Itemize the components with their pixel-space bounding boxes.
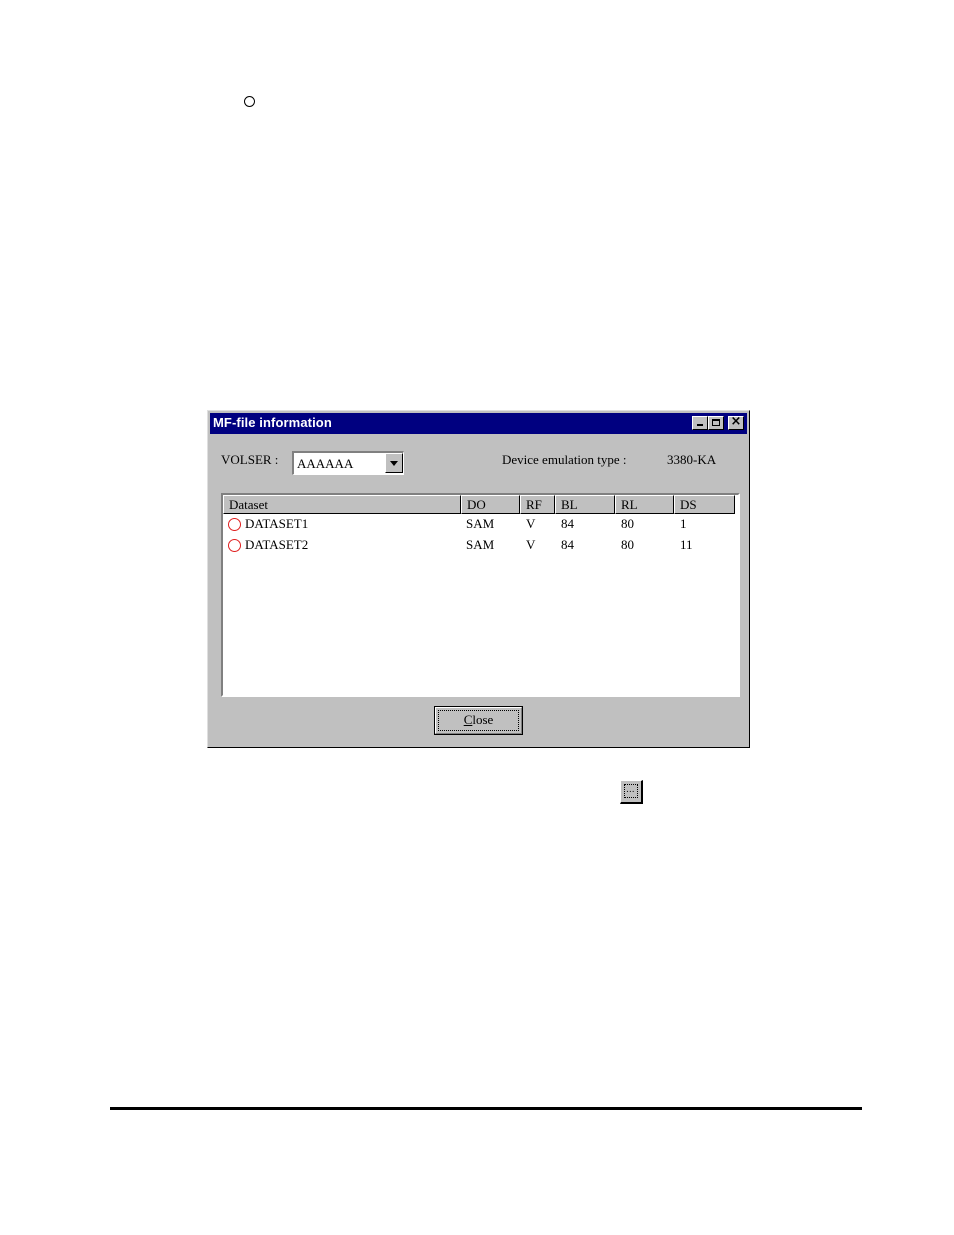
volser-label: VOLSER : — [221, 452, 279, 467]
minimize-icon — [697, 424, 703, 426]
close-icon: × — [730, 414, 742, 429]
dataset-rf: V — [526, 537, 536, 552]
minimize-button[interactable] — [692, 416, 708, 430]
footer-rule — [110, 1107, 862, 1110]
volser-dropdown[interactable]: AAAAAA — [292, 451, 404, 475]
volser-dropdown-button[interactable] — [385, 453, 403, 473]
maximize-button[interactable] — [708, 416, 724, 430]
column-header-ds[interactable]: DS — [674, 495, 735, 514]
list-item[interactable]: DATASET1 SAM V 84 80 1 — [223, 515, 735, 535]
column-header-dataset[interactable]: Dataset — [223, 495, 461, 514]
dataset-name: DATASET2 — [245, 537, 309, 552]
close-window-button[interactable]: × — [728, 414, 744, 430]
close-button-label: Close — [435, 712, 522, 728]
ellipsis-button[interactable]: ... — [620, 780, 643, 804]
dataset-ds: 1 — [680, 516, 687, 531]
device-emulation-value: 3380-KA — [667, 452, 717, 467]
title-bar[interactable]: MF-file information × — [210, 413, 747, 434]
dataset-do: SAM — [466, 537, 495, 552]
mf-file-information-dialog: MF-file information × VOLSER : AAAAAA De… — [207, 410, 750, 748]
dataset-bl: 84 — [561, 537, 574, 552]
chevron-down-icon — [390, 461, 398, 466]
maximize-icon — [712, 419, 720, 426]
close-button[interactable]: Close — [434, 706, 523, 735]
close-label-rest: lose — [472, 712, 494, 727]
dataset-status-icon — [228, 518, 241, 531]
volser-value: AAAAAA — [297, 456, 354, 471]
page-bullet-icon — [244, 96, 255, 107]
column-header-rl[interactable]: RL — [615, 495, 674, 514]
dataset-rl: 80 — [621, 516, 634, 531]
dataset-name: DATASET1 — [245, 516, 309, 531]
dataset-rl: 80 — [621, 537, 634, 552]
ellipsis-icon: ... — [626, 785, 635, 795]
dataset-rf: V — [526, 516, 536, 531]
dataset-status-icon — [228, 539, 241, 552]
column-header-rf[interactable]: RF — [520, 495, 555, 514]
list-item[interactable]: DATASET2 SAM V 84 80 11 — [223, 536, 735, 556]
dataset-do: SAM — [466, 516, 495, 531]
column-header-do[interactable]: DO — [461, 495, 520, 514]
dataset-ds: 11 — [680, 537, 693, 552]
list-header: Dataset DO RF BL RL DS — [223, 495, 735, 514]
dataset-bl: 84 — [561, 516, 574, 531]
window-title: MF-file information — [213, 415, 332, 430]
column-header-bl[interactable]: BL — [555, 495, 615, 514]
dataset-list[interactable]: Dataset DO RF BL RL DS DATASET1 SAM V 84… — [221, 493, 740, 697]
device-emulation-label: Device emulation type : — [502, 452, 627, 467]
